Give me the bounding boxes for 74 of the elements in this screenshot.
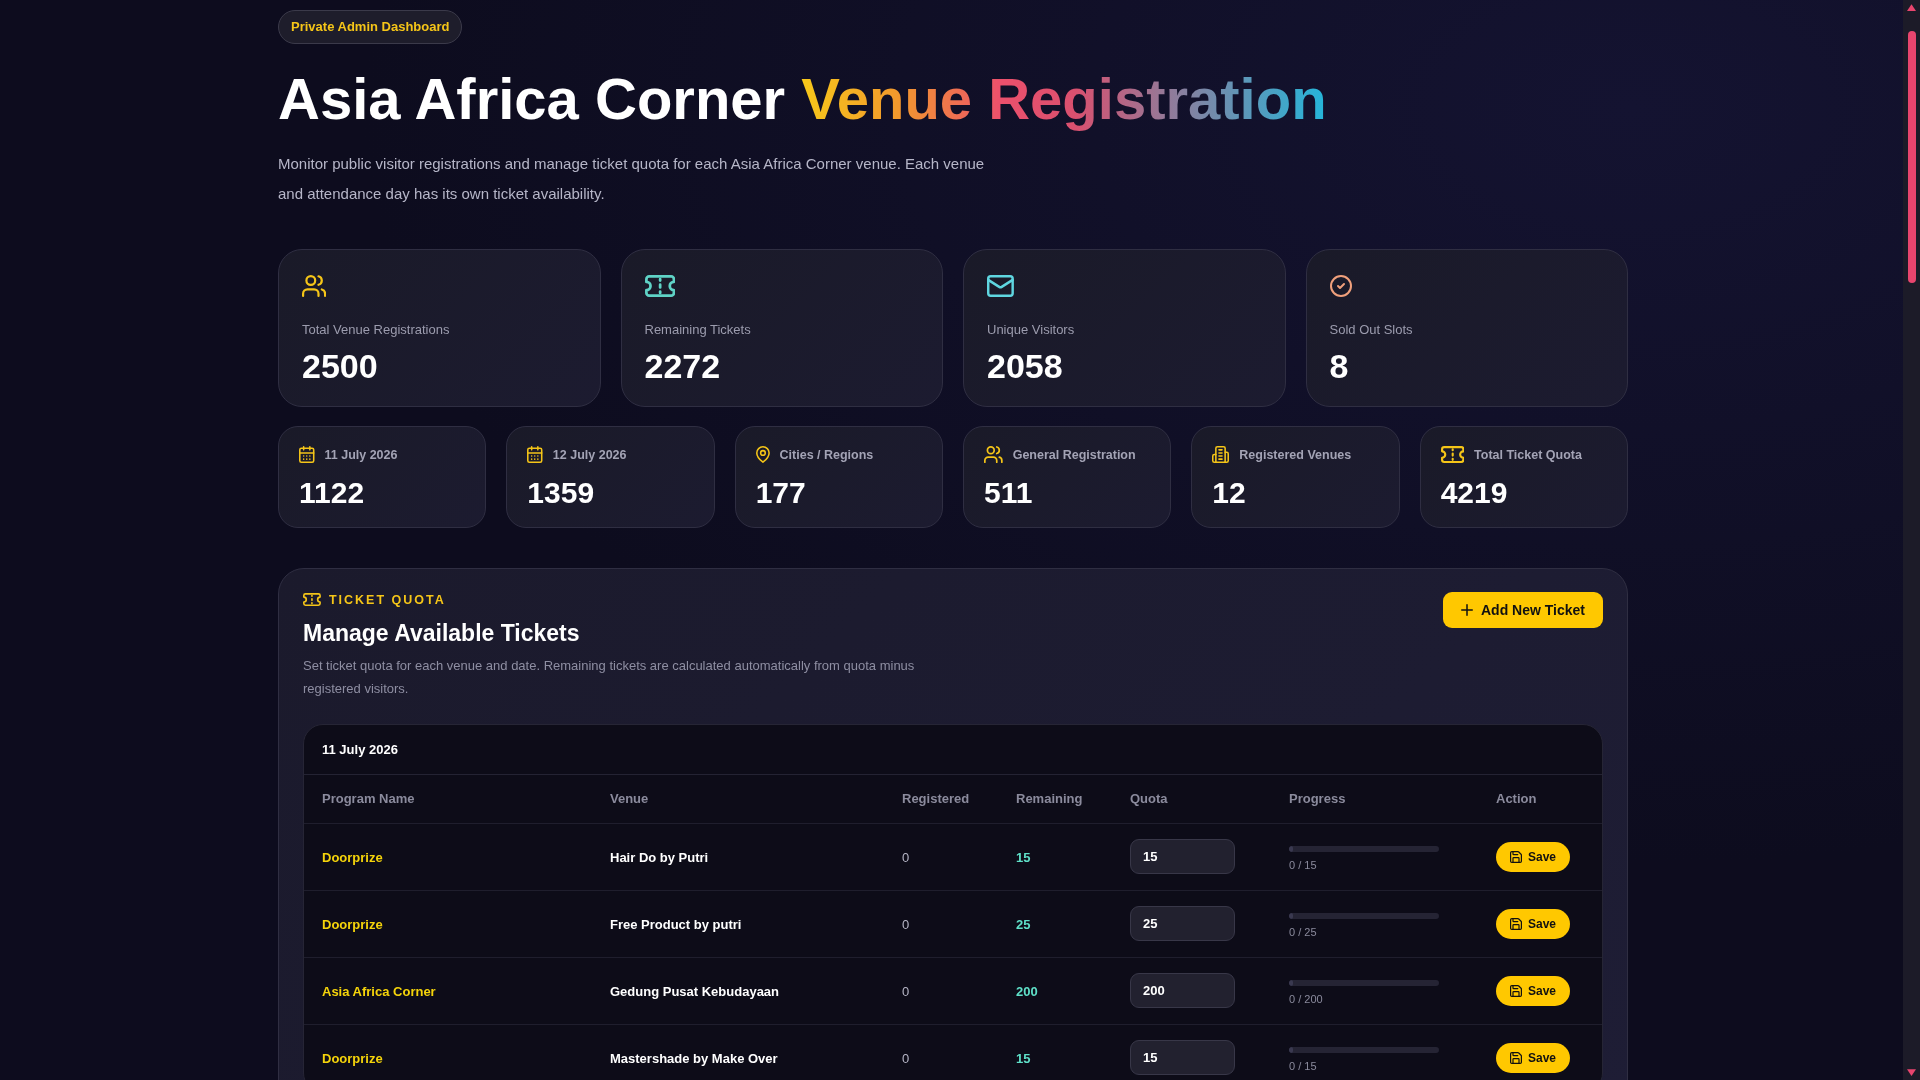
calendar-icon xyxy=(299,446,315,464)
stat-value: 177 xyxy=(755,475,807,509)
stat-label: 11 July 2026 xyxy=(324,447,398,462)
save-button[interactable]: Save xyxy=(1496,975,1571,1006)
calendar-icon xyxy=(527,446,543,464)
stat-value: 4219 xyxy=(1440,475,1509,509)
plus-icon xyxy=(1461,603,1473,616)
progress-text: 0 / 15 xyxy=(1289,1059,1317,1073)
stat-label: General Registration xyxy=(1012,447,1136,462)
remaining-count: 200 xyxy=(1016,983,1038,999)
remaining-count: 15 xyxy=(1016,1050,1031,1066)
quota-input[interactable]: 25 xyxy=(1130,906,1235,942)
column-header: Progress xyxy=(1289,791,1347,807)
column-header: Quota xyxy=(1130,791,1169,807)
column-header: Venue xyxy=(610,791,650,807)
section-title: Manage Available Tickets xyxy=(303,618,581,647)
stat-value: 8 xyxy=(1329,347,1350,385)
venue-name: Gedung Pusat Kebudayaan xyxy=(610,983,780,999)
stat-label: Remaining Tickets xyxy=(644,320,752,338)
progress-text: 0 / 15 xyxy=(1289,858,1317,872)
column-header: Registered xyxy=(902,791,971,807)
stat-value: 2272 xyxy=(644,347,722,385)
remaining-count: 15 xyxy=(1016,849,1031,865)
quota-input[interactable]: 15 xyxy=(1130,1040,1235,1076)
progress-text: 0 / 200 xyxy=(1289,992,1323,1006)
stat-label: Registered Venues xyxy=(1239,447,1352,462)
stat-value: 511 xyxy=(984,475,1034,509)
stat-label: Sold Out Slots xyxy=(1329,320,1414,338)
date-heading: 11 July 2026 xyxy=(304,724,1602,775)
stat-label: Total Venue Registrations xyxy=(302,320,451,338)
stat-label: Total Ticket Quota xyxy=(1474,447,1582,462)
remaining-count: 25 xyxy=(1016,916,1031,932)
add-ticket-button[interactable]: Add New Ticket xyxy=(1443,591,1603,628)
column-header: Action xyxy=(1496,791,1538,807)
quota-input[interactable]: 200 xyxy=(1130,973,1235,1009)
program-name: Asia Africa Corner xyxy=(322,983,436,999)
stat-label: Cities / Regions xyxy=(779,447,874,462)
venue-name: Mastershade by Make Over xyxy=(610,1050,778,1066)
column-header: Remaining xyxy=(1016,791,1084,807)
scrollbar-thumb[interactable] xyxy=(1907,31,1916,283)
stat-value: 2500 xyxy=(302,347,379,385)
venue-name: Hair Do by Putri xyxy=(610,849,709,865)
progress-text: 0 / 25 xyxy=(1289,925,1317,939)
page-description: Monitor public visitor registrations and manage ticket quota for each Asia Africa Corner venue. Each venue and attendance day has its own ticket availability. xyxy=(278,153,986,204)
building-icon xyxy=(1212,446,1230,464)
section-eyebrow: TICKET QUOTA xyxy=(328,592,446,607)
people-icon xyxy=(984,446,1003,464)
stat-value: 12 xyxy=(1212,475,1247,509)
venue-name: Free Product by putri xyxy=(610,916,742,932)
scroll-up-arrow-icon[interactable] xyxy=(1907,4,1916,11)
program-name: Doorprize xyxy=(322,916,383,932)
admin-badge: Private Admin Dashboard xyxy=(278,10,463,44)
registered-count: 0 xyxy=(902,849,910,865)
stat-label: Unique Visitors xyxy=(987,320,1076,338)
save-button[interactable]: Save xyxy=(1496,841,1571,872)
ticket-icon xyxy=(1440,446,1465,464)
ticket-icon xyxy=(303,593,321,607)
stat-value: 1122 xyxy=(299,475,366,509)
column-header: Program Name xyxy=(322,791,416,807)
section-description: Set ticket quota for each venue and date. Remaining tickets are calculated automatically from quota minus registered visitors. xyxy=(303,656,916,698)
registered-count: 0 xyxy=(902,1050,910,1066)
program-name: Doorprize xyxy=(322,1050,383,1066)
save-button[interactable]: Save xyxy=(1496,1042,1571,1073)
quota-input[interactable]: 15 xyxy=(1130,839,1235,875)
map-pin-icon xyxy=(755,446,770,464)
program-name: Doorprize xyxy=(322,849,383,865)
registered-count: 0 xyxy=(902,916,910,932)
save-button[interactable]: Save xyxy=(1496,908,1571,939)
registered-count: 0 xyxy=(902,983,910,999)
scrollbar[interactable] xyxy=(1903,0,1920,1080)
stat-label: 12 July 2026 xyxy=(552,447,627,462)
stat-value: 2058 xyxy=(987,347,1064,385)
scroll-down-arrow-icon[interactable] xyxy=(1907,1069,1916,1076)
stat-value: 1359 xyxy=(527,475,596,509)
